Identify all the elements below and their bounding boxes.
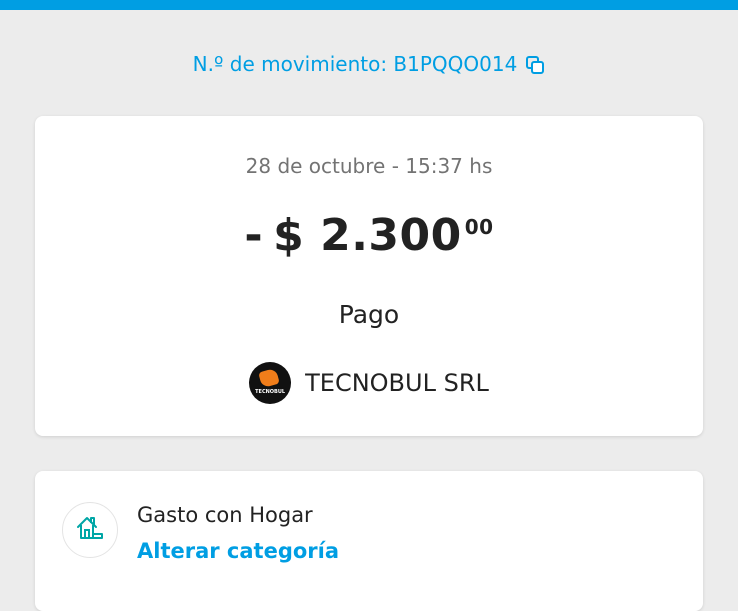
category-title: Gasto con Hogar xyxy=(137,503,313,527)
amount-cents: 00 xyxy=(464,215,494,239)
copy-icon[interactable] xyxy=(525,54,545,74)
merchant-name: TECNOBUL SRL xyxy=(305,369,489,397)
category-card[interactable]: Gasto con Hogar Alterar categoría xyxy=(35,471,703,611)
home-icon xyxy=(75,513,105,547)
transaction-card: 28 de octubre - 15:37 hs - $ 2.300 00 Pa… xyxy=(35,116,703,436)
movement-number-label: N.º de movimiento: B1PQQO014 xyxy=(192,52,518,76)
transaction-type: Pago xyxy=(338,300,400,329)
amount-sign: - xyxy=(244,210,264,261)
category-icon-circle xyxy=(62,502,118,558)
change-category-link[interactable]: Alterar categoría xyxy=(137,537,339,565)
merchant-logo-mark xyxy=(258,367,280,389)
merchant-logo: TECNOBUL xyxy=(249,362,292,404)
amount-value: $ 2.300 xyxy=(273,210,462,261)
movement-number: N.º de movimiento: B1PQQO014 xyxy=(0,50,738,78)
top-accent-bar xyxy=(0,0,738,10)
merchant-logo-text: TECNOBUL xyxy=(255,389,286,395)
merchant-row: TECNOBUL TECNOBUL SRL xyxy=(35,362,703,404)
transaction-date: 28 de octubre - 15:37 hs xyxy=(245,154,493,178)
transaction-amount: - $ 2.300 00 xyxy=(35,208,703,264)
